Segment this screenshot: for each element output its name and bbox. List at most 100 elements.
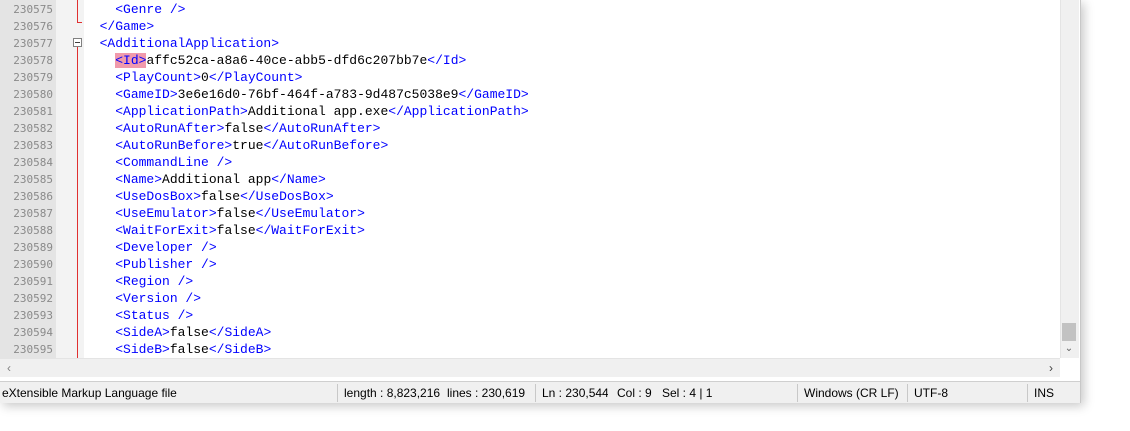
status-eol[interactable]: Windows (CR LF) <box>804 382 902 403</box>
xml-tag: <AutoRunAfter> <box>115 121 225 136</box>
code-line: <AutoRunBefore>true</AutoRunBefore> <box>84 137 388 154</box>
xml-text: false <box>216 223 256 238</box>
fold-minus-icon[interactable] <box>73 38 82 47</box>
xml-text: false <box>169 342 209 357</box>
line-number: 230581 <box>13 105 53 118</box>
fold-line <box>77 0 78 22</box>
xml-text: 0 <box>201 70 209 85</box>
chevron-left-icon[interactable]: ‹ <box>2 359 16 377</box>
line-number: 230576 <box>13 20 53 33</box>
xml-tag: <PlayCount> <box>115 70 202 85</box>
code-line: <PlayCount>0</PlayCount> <box>84 69 302 86</box>
xml-tag: <Status /> <box>115 308 194 323</box>
xml-tag: <CommandLine /> <box>115 155 233 170</box>
code-line: <Region /> <box>84 273 193 290</box>
chevron-right-icon[interactable]: › <box>1044 359 1058 377</box>
code-line: <AdditionalApplication> <box>84 35 279 52</box>
status-divider <box>797 384 798 402</box>
code-line: <WaitForExit>false</WaitForExit> <box>84 222 365 239</box>
xml-text: Additional app <box>162 172 272 187</box>
xml-tag: </GameID> <box>458 87 529 102</box>
status-lines: lines : 230,619 <box>447 386 526 400</box>
line-number: 230587 <box>13 207 53 220</box>
code-line: <Name>Additional app</Name> <box>84 171 326 188</box>
line-number: 230595 <box>13 343 53 356</box>
code-line: <Version /> <box>84 290 201 307</box>
xml-tag: <AdditionalApplication> <box>99 36 280 51</box>
xml-tag: <UseEmulator> <box>115 206 217 221</box>
horizontal-scrollbar[interactable]: ‹ › <box>0 358 1060 377</box>
line-number: 230590 <box>13 258 53 271</box>
status-file-type: eXtensible Markup Language file <box>2 386 177 400</box>
xml-text: Additional app.exe <box>247 104 389 119</box>
xml-text: true <box>232 138 264 153</box>
status-col: Col : 9 <box>617 386 652 400</box>
status-bar: eXtensible Markup Language file length :… <box>0 381 1080 403</box>
xml-tag: </Game> <box>99 19 155 34</box>
xml-tag: <Name> <box>115 172 163 187</box>
xml-tag: <Genre /> <box>115 2 186 17</box>
chevron-down-icon[interactable]: ⌄ <box>1062 342 1076 356</box>
xml-text: false <box>224 121 264 136</box>
xml-tag: </Id> <box>427 53 467 68</box>
code-line: </Game> <box>84 18 155 35</box>
fold-end-mark <box>77 22 82 23</box>
code-line: <AutoRunAfter>false</AutoRunAfter> <box>84 120 380 137</box>
xml-text: false <box>201 189 241 204</box>
code-line: <GameID>3e6e16d0-76bf-464f-a783-9d487c50… <box>84 86 529 103</box>
line-number: 230594 <box>13 326 53 339</box>
xml-text: affc52ca-a8a6-40ce-abb5-dfd6c207bb7e <box>146 53 428 68</box>
status-divider <box>907 384 908 402</box>
xml-tag: </AutoRunBefore> <box>263 138 389 153</box>
xml-tag: <ApplicationPath> <box>115 104 248 119</box>
xml-tag: <UseDosBox> <box>115 189 202 204</box>
line-number: 230589 <box>13 241 53 254</box>
xml-tag: <WaitForExit> <box>115 223 217 238</box>
line-number: 230583 <box>13 139 53 152</box>
xml-tag: </ApplicationPath> <box>388 104 529 119</box>
xml-tag: <SideB> <box>115 342 170 357</box>
xml-text: 3e6e16d0-76bf-464f-a783-9d487c5038e9 <box>177 87 459 102</box>
editor-area[interactable]: 230575 230576 230577 230578 230579 230580 2305… <box>0 0 1080 358</box>
line-number: 230577 <box>13 37 53 50</box>
line-number: 230580 <box>13 88 53 101</box>
xml-tag: </AutoRunAfter> <box>263 121 381 136</box>
editor-window: 230575 230576 230577 230578 230579 230580 2305… <box>0 0 1081 403</box>
bookmark-margin[interactable] <box>56 0 126 358</box>
status-divider <box>535 384 536 402</box>
xml-tag: <Version /> <box>115 291 202 306</box>
vertical-scroll-thumb[interactable] <box>1062 323 1076 341</box>
status-encoding[interactable]: UTF-8 <box>914 382 954 403</box>
code-line: <Developer /> <box>84 239 217 256</box>
status-sel: Sel : 4 | 1 <box>662 386 713 400</box>
line-number: 230588 <box>13 224 53 237</box>
line-number: 230585 <box>13 173 53 186</box>
code-text-area[interactable]: <Genre /> </Game> <AdditionalApplication… <box>84 0 1060 358</box>
xml-tag: </SideB> <box>208 342 272 357</box>
xml-tag: </UseDosBox> <box>240 189 334 204</box>
xml-tag: </WaitForExit> <box>255 223 365 238</box>
code-line: <UseEmulator>false</UseEmulator> <box>84 205 365 222</box>
xml-text: false <box>216 206 256 221</box>
vertical-scrollbar[interactable] <box>1060 0 1079 358</box>
line-number: 230591 <box>13 275 53 288</box>
code-line: <CommandLine /> <box>84 154 232 171</box>
code-line: <Id>affc52ca-a8a6-40ce-abb5-dfd6c207bb7e… <box>84 52 466 69</box>
xml-tag: <Developer /> <box>115 240 217 255</box>
xml-tag: </SideA> <box>208 325 272 340</box>
line-number: 230578 <box>13 54 53 67</box>
